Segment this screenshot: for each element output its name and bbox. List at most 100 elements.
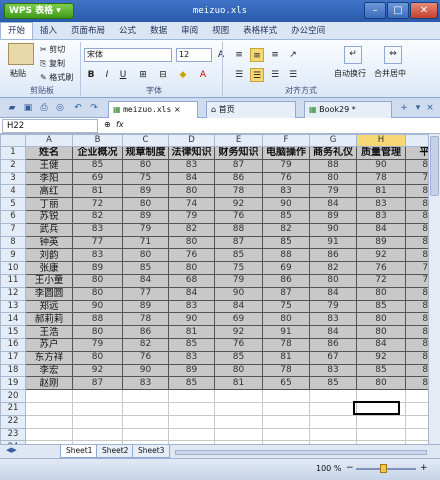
data-cell[interactable]: 苏锐 [25,209,73,224]
empty-cell[interactable] [25,401,73,416]
horizontal-scrollbar[interactable] [175,450,427,455]
data-cell[interactable]: 武兵 [25,222,73,237]
empty-cell[interactable] [168,389,215,403]
data-cell[interactable]: 65 [262,376,310,391]
data-cell[interactable]: 87 [72,376,123,391]
paste-icon[interactable] [8,43,34,65]
empty-cell[interactable] [72,414,123,429]
row-header[interactable]: 4 [0,184,26,199]
data-cell[interactable]: 84 [122,273,169,288]
data-cell[interactable]: 85 [72,158,123,173]
data-cell[interactable]: 高红 [25,184,73,199]
data-cell[interactable]: 85. [405,363,428,378]
data-cell[interactable]: 84 [309,286,357,301]
data-cell[interactable]: 83 [168,350,215,365]
scroll-thumb[interactable] [430,136,439,196]
data-cell[interactable]: 79 [72,337,123,352]
empty-cell[interactable] [25,427,73,442]
data-cell[interactable]: 90 [72,299,123,314]
empty-cell[interactable] [405,427,428,442]
empty-cell[interactable] [214,389,263,403]
row-header[interactable]: 15 [0,325,26,339]
empty-cell[interactable] [72,389,123,403]
data-cell[interactable]: 83 [122,376,169,391]
zoom-formula-icon[interactable]: ⊕ [104,120,111,129]
data-cell[interactable]: 85 [122,261,169,275]
close-button[interactable]: ✕ [410,2,438,19]
empty-cell[interactable] [262,389,310,403]
data-cell[interactable]: 80 [356,325,406,339]
maximize-button[interactable]: □ [387,2,409,19]
column-header-i[interactable]: I [405,134,428,147]
data-cell[interactable]: 77 [72,235,123,250]
spreadsheet-grid[interactable]: ABCDEFGHI1姓名企业概况规章制度法律知识财务知识电脑操作商务礼仪质量管理… [0,134,428,444]
save-icon[interactable]: ▣ [22,102,34,114]
data-cell[interactable]: 79 [122,222,169,237]
data-cell[interactable]: 67 [309,350,357,365]
column-header-e[interactable]: E [214,134,263,147]
cell-name-box[interactable]: H22 [2,119,98,133]
data-cell[interactable]: 79 [168,209,215,224]
merge-center-icon[interactable]: ⇔ [384,46,402,64]
row-header[interactable]: 23 [0,427,26,442]
column-header-f[interactable]: F [262,134,310,147]
merge-center-button[interactable]: 合并居中 [374,68,406,79]
row-header[interactable]: 19 [0,376,26,391]
data-cell[interactable]: 79 [214,273,263,288]
data-cell[interactable]: 68 [168,273,215,288]
data-cell[interactable]: 79. [405,261,428,275]
empty-cell[interactable] [122,414,169,429]
data-cell[interactable]: 83. [405,209,428,224]
data-cell[interactable]: 88 [309,158,357,173]
data-cell[interactable]: 83 [356,197,406,211]
text-direction-icon[interactable]: ↗ [286,48,300,62]
data-cell[interactable]: 76 [356,261,406,275]
data-cell[interactable]: 89 [309,209,357,224]
data-cell[interactable]: 75 [214,261,263,275]
data-cell[interactable]: 92 [356,350,406,365]
data-cell[interactable]: 69 [72,171,123,186]
empty-cell[interactable] [309,414,357,429]
data-cell[interactable]: 83 [168,158,215,173]
data-cell[interactable]: 89 [72,261,123,275]
data-cell[interactable]: 87 [214,235,263,250]
align-bottom-icon[interactable]: ≡ [268,48,282,62]
data-cell[interactable]: 80 [214,363,263,378]
column-header-h[interactable]: H [356,134,406,147]
column-header-a[interactable]: A [25,134,73,147]
data-cell[interactable]: 85 [309,376,357,391]
data-cell[interactable]: 80 [262,312,310,327]
data-cell[interactable]: 86 [309,337,357,352]
empty-cell[interactable] [25,389,73,403]
data-cell[interactable]: 81. [405,337,428,352]
row-header[interactable]: 16 [0,337,26,352]
font-name-select[interactable]: 宋体 [84,48,172,62]
wrap-text-icon[interactable]: ↵ [344,46,362,64]
data-cell[interactable]: 84 [309,325,357,339]
data-cell[interactable]: 85 [214,248,263,263]
data-cell[interactable]: 80. [405,376,428,391]
data-cell[interactable]: 81. [405,184,428,199]
data-cell[interactable]: 82. [405,235,428,250]
data-cell[interactable]: 81 [168,325,215,339]
data-cell[interactable]: 85 [356,299,406,314]
data-cell[interactable]: 92 [214,325,263,339]
data-cell[interactable]: 78 [262,363,310,378]
data-cell[interactable]: 80 [72,286,123,301]
data-cell[interactable]: 85 [168,376,215,391]
data-cell[interactable]: 82 [72,209,123,224]
menu-office-space[interactable]: 办公空间 [284,22,332,39]
data-cell[interactable]: 87 [262,286,310,301]
data-cell[interactable]: 80 [72,325,123,339]
data-cell[interactable]: 76 [122,350,169,365]
empty-cell[interactable] [168,401,215,416]
underline-button[interactable]: U [116,68,130,82]
data-cell[interactable]: 92 [356,248,406,263]
data-cell[interactable]: 81. [405,312,428,327]
minimize-button[interactable]: – [364,2,386,19]
empty-cell[interactable] [356,427,406,442]
row-header[interactable]: 12 [0,286,26,301]
column-header-d[interactable]: D [168,134,215,147]
row-header[interactable]: 9 [0,248,26,263]
data-cell[interactable]: 77 [122,286,169,301]
